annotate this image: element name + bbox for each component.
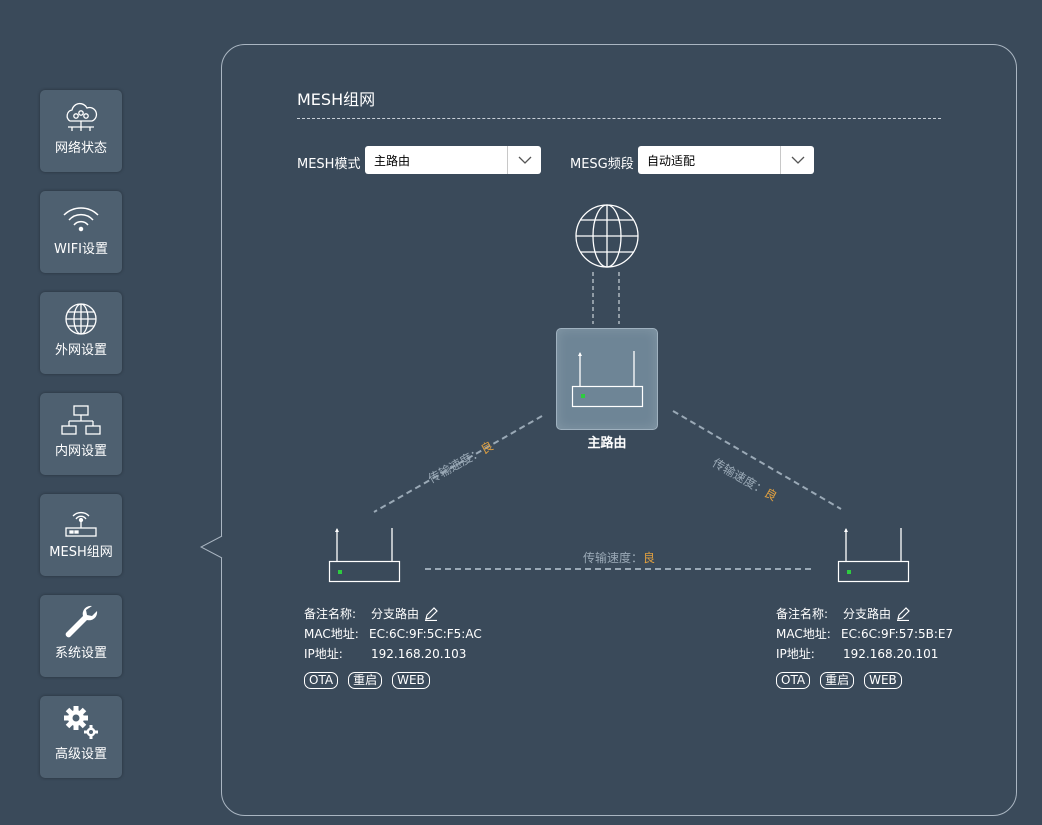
branch-actions-right: OTA 重启 WEB — [776, 672, 902, 689]
edit-pencil-icon[interactable] — [424, 607, 438, 621]
branch-actions-left: OTA 重启 WEB — [304, 672, 430, 689]
branch-router-left-icon — [328, 528, 401, 583]
edit-pencil-icon[interactable] — [896, 607, 910, 621]
branch-router-right-icon — [837, 528, 910, 583]
web-button[interactable]: WEB — [864, 672, 902, 689]
mac-label: MAC地址: — [304, 627, 359, 641]
node-name: 分支路由 — [843, 607, 892, 621]
speed-text: 传输速度： — [583, 551, 644, 565]
node-name: 分支路由 — [371, 607, 420, 621]
speed-quality: 良 — [643, 551, 656, 565]
name-label: 备注名称: — [776, 607, 829, 621]
name-label: 备注名称: — [304, 607, 357, 621]
internet-globe-icon — [575, 204, 639, 268]
mac-row: MAC地址: EC:6C:9F:57:5B:E7 — [776, 624, 953, 644]
mac-value: EC:6C:9F:5C:F5:AC — [369, 627, 482, 641]
speed-label-bottom: 传输速度：良 — [583, 549, 655, 566]
restart-button[interactable]: 重启 — [348, 672, 383, 689]
ip-label: IP地址: — [776, 647, 815, 661]
mac-label: MAC地址: — [776, 627, 831, 641]
topology-lines — [373, 204, 842, 570]
web-button[interactable]: WEB — [392, 672, 430, 689]
ip-value: 192.168.20.101 — [843, 647, 939, 661]
ip-label: IP地址: — [304, 647, 343, 661]
mac-row: MAC地址: EC:6C:9F:5C:F5:AC — [304, 624, 482, 644]
name-row: 备注名称: 分支路由 — [776, 604, 953, 624]
ip-row: IP地址: 192.168.20.103 — [304, 644, 482, 664]
name-row: 备注名称: 分支路由 — [304, 604, 482, 624]
mac-value: EC:6C:9F:57:5B:E7 — [841, 627, 954, 641]
ip-row: IP地址: 192.168.20.101 — [776, 644, 953, 664]
ota-button[interactable]: OTA — [304, 672, 339, 689]
router-icon — [571, 351, 644, 408]
ip-value: 192.168.20.103 — [371, 647, 467, 661]
restart-button[interactable]: 重启 — [820, 672, 855, 689]
branch-node-info-right: 备注名称: 分支路由 MAC地址: EC:6C:9F:57:5B:E7 IP地址… — [776, 604, 953, 664]
branch-node-info-left: 备注名称: 分支路由 MAC地址: EC:6C:9F:5C:F5:AC IP地址… — [304, 604, 482, 664]
ota-button[interactable]: OTA — [776, 672, 811, 689]
main-router-label: 主路由 — [587, 436, 627, 451]
main-router-node[interactable] — [556, 328, 658, 430]
